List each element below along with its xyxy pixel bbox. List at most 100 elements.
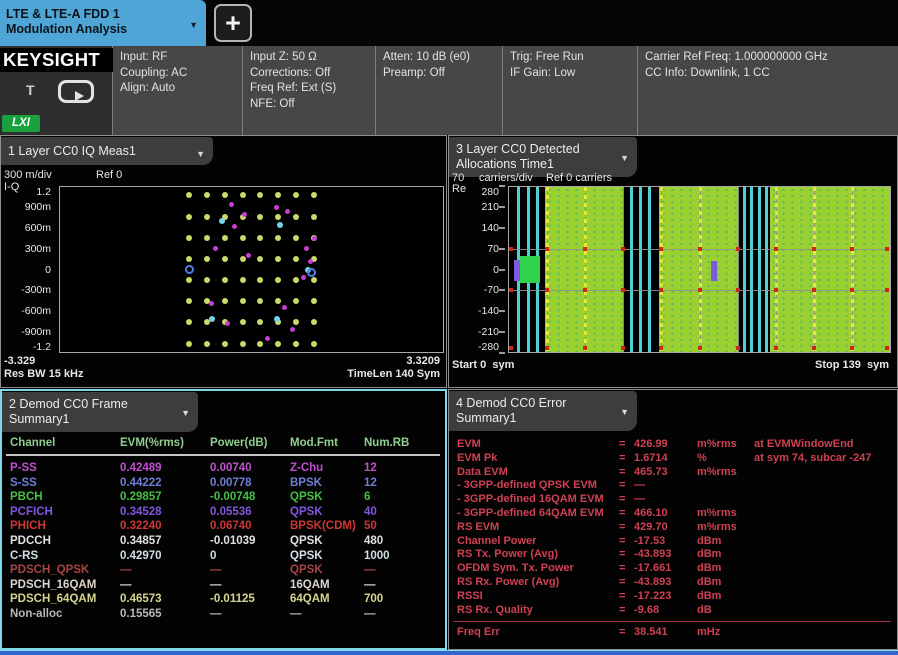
control-symbol-line — [630, 187, 633, 352]
tick-label: 70 — [487, 243, 499, 255]
constellation-dot — [275, 277, 281, 283]
constellation-dot — [257, 235, 263, 241]
chevron-down-icon: ▼ — [620, 151, 629, 166]
constellation-dot — [275, 235, 281, 241]
cell-modfmt: Z-Chu — [290, 461, 364, 476]
cell-evm: 0.29857 — [120, 490, 210, 505]
keysight-logo: KEYSIGHT — [0, 48, 113, 72]
metric-label: RSSI — [457, 590, 619, 604]
table-row: PCFICH0.345280.05536QPSK40 — [10, 505, 419, 520]
error-summary-row: EVM Pk=1.6714%at sym 74, subcar -247 — [457, 452, 893, 466]
boundary-marker-dot — [659, 247, 663, 251]
boundary-marker-dot — [850, 247, 854, 251]
table-row: PHICH0.322400.06740BPSK(CDM)50 — [10, 519, 419, 534]
tick-label: -70 — [484, 284, 499, 296]
metric-value: -17.223 — [634, 590, 697, 604]
equals-sign: = — [619, 604, 634, 618]
constellation-dot — [308, 259, 313, 264]
measurement-tab[interactable]: LTE & LTE-A FDD 1 Modulation Analysis ▼ — [0, 0, 206, 46]
window1-title-dropdown[interactable]: 1 Layer CC0 IQ Meas1 ▼ — [1, 137, 213, 165]
constellation-dot — [204, 341, 210, 347]
constellation-dot — [293, 192, 299, 198]
tick-label: 210 — [481, 201, 499, 213]
window-allocations: 3 Layer CC0 Detected Allocations Time1 ▼… — [448, 135, 898, 388]
window4-title-line2: Summary1 — [456, 411, 613, 426]
cell-modfmt: QPSK — [290, 549, 364, 564]
equals-sign: = — [619, 493, 634, 507]
metric-extra — [754, 576, 893, 590]
metric-extra — [754, 466, 893, 480]
metric-unit: m%rms — [697, 438, 754, 452]
metric-value: 466.10 — [634, 507, 697, 521]
constellation-dot — [209, 316, 215, 322]
iq-constellation-plot[interactable] — [59, 186, 444, 353]
constellation-dot — [240, 298, 246, 304]
boundary-marker-dot — [545, 346, 549, 350]
tick-label: -140 — [478, 305, 499, 317]
constellation-dot — [222, 235, 228, 241]
boundary-marker-dot — [850, 288, 854, 292]
constellation-dot — [293, 319, 299, 325]
metric-value: 429.70 — [634, 521, 697, 535]
cell-evm: 0.42970 — [120, 549, 210, 564]
window3-title-dropdown[interactable]: 3 Layer CC0 Detected Allocations Time1 ▼ — [449, 137, 637, 177]
constellation-dot — [311, 214, 317, 220]
boundary-marker-dot — [659, 346, 663, 350]
boundary-marker-dot — [774, 288, 778, 292]
metric-label: RS Rx. Power (Avg) — [457, 576, 619, 590]
status-line: Corrections: Off — [250, 66, 375, 82]
window4-title-line1: 4 Demod CC0 Error — [456, 396, 613, 411]
cell-numrb: — — [364, 607, 419, 622]
allocations-plot[interactable] — [508, 186, 891, 353]
control-symbol-line — [743, 187, 746, 352]
constellation-dot — [204, 214, 210, 220]
constellation-dot — [222, 256, 228, 262]
metric-unit: dBm — [697, 535, 754, 549]
error-summary-row: RSSI=-17.223dBm — [457, 590, 893, 604]
cell-channel: PDCCH — [10, 534, 120, 549]
constellation-dot — [204, 256, 210, 262]
cell-evm: 0.44222 — [120, 476, 210, 491]
cell-modfmt: BPSK(CDM) — [290, 519, 364, 534]
window4-title-dropdown[interactable]: 4 Demod CC0 Error Summary1 ▼ — [449, 391, 637, 431]
window2-title-dropdown[interactable]: 2 Demod CC0 Frame Summary1 ▼ — [2, 392, 198, 432]
tick-label: 1.2 — [36, 186, 51, 198]
constellation-ring — [185, 265, 194, 274]
ref-level-label: Ref 0 — [96, 169, 122, 181]
rs-dashed-line — [851, 187, 854, 352]
status-line: Preamp: Off — [383, 66, 502, 82]
constellation-dot — [240, 235, 246, 241]
cell-channel: PDSCH_QPSK — [10, 563, 120, 578]
constellation-dot — [275, 298, 281, 304]
tick-label: -300m — [21, 284, 51, 296]
metric-extra — [754, 535, 893, 549]
constellation-dot — [209, 301, 214, 306]
status-line: Trig: Free Run — [510, 50, 637, 66]
constellation-dot — [257, 298, 263, 304]
status-line: Input Z: 50 Ω — [250, 50, 375, 66]
constellation-dot — [204, 277, 210, 283]
constellation-ring — [307, 268, 316, 277]
cell-evm: 0.32240 — [120, 519, 210, 534]
frame-summary-rows: P-SS0.424890.00740Z-Chu12S-SS0.442220.00… — [10, 461, 419, 622]
window2-title-line2: Summary1 — [9, 412, 174, 427]
cell-numrb: 700 — [364, 592, 419, 607]
equals-sign: = — [619, 452, 634, 466]
metric-extra — [754, 521, 893, 535]
pbch-marker — [711, 261, 717, 281]
cell-channel: Non-alloc — [10, 607, 120, 622]
constellation-dot — [311, 341, 317, 347]
metric-label: - 3GPP-defined 16QAM EVM — [457, 493, 619, 507]
error-summary-row: RS Tx. Power (Avg)=-43.893dBm — [457, 548, 893, 562]
boundary-marker-dot — [736, 247, 740, 251]
cell-power: 0 — [210, 549, 290, 564]
constellation-dot — [265, 336, 270, 341]
cell-modfmt: BPSK — [290, 476, 364, 491]
constellation-dot — [293, 298, 299, 304]
metric-unit: % — [697, 452, 754, 466]
add-measurement-button[interactable]: + — [214, 4, 252, 42]
cell-numrb: — — [364, 578, 419, 593]
error-summary-row: RS Rx. Quality=-9.68dB — [457, 604, 893, 618]
metric-extra — [754, 507, 893, 521]
chevron-down-icon: ▼ — [620, 405, 629, 420]
